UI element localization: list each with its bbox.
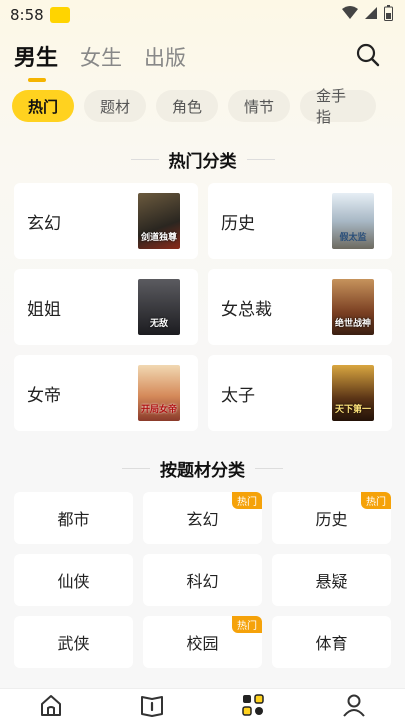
hot-category-grid: 玄幻 剑道独尊 历史 假太监 姐姐 无敌 女总裁 绝世战神 女帝 开局女帝 太子… <box>14 183 392 431</box>
category-filter-chips: 热门 题材 角色 情节 金手指 <box>12 87 376 126</box>
tab-male[interactable]: 男生 <box>14 40 58 82</box>
home-icon <box>40 694 61 716</box>
chip-role[interactable]: 角色 <box>156 90 218 122</box>
theme-card-campus[interactable]: 校园 热门 <box>143 616 262 668</box>
theme-card-fantasy[interactable]: 玄幻 热门 <box>143 492 262 544</box>
divider <box>130 159 159 160</box>
hot-badge: 热门 <box>361 492 391 509</box>
battery-icon <box>384 5 393 21</box>
chip-golden-finger[interactable]: 金手指 <box>300 87 376 126</box>
status-bar: 8:58 <box>0 0 405 30</box>
nav-home[interactable] <box>37 691 65 719</box>
divider <box>122 468 150 469</box>
category-label: 玄幻 <box>27 213 61 234</box>
book-cover: 绝世战神 <box>332 279 374 335</box>
nav-profile[interactable] <box>340 691 368 719</box>
category-label: 历史 <box>221 213 255 234</box>
divider <box>246 159 275 160</box>
nav-bookshelf[interactable] <box>138 691 166 719</box>
hot-badge: 热门 <box>232 616 262 633</box>
divider <box>255 468 283 469</box>
hot-badge: 热门 <box>232 492 262 509</box>
book-cover: 假太监 <box>332 193 374 249</box>
tab-publish[interactable]: 出版 <box>144 42 186 72</box>
theme-card-wuxia[interactable]: 武侠 <box>14 616 133 668</box>
book-icon <box>140 695 163 717</box>
hot-category-card[interactable]: 历史 假太监 <box>208 183 392 259</box>
hot-category-card[interactable]: 太子 天下第一 <box>208 355 392 431</box>
status-time: 8:58 <box>10 6 44 24</box>
book-cover: 剑道独尊 <box>138 193 180 249</box>
chip-plot[interactable]: 情节 <box>228 90 290 122</box>
nav-category[interactable] <box>239 691 267 719</box>
search-button[interactable] <box>355 42 381 68</box>
status-icons <box>342 5 393 21</box>
gender-tabs: 男生 女生 出版 <box>14 40 186 82</box>
chip-hot[interactable]: 热门 <box>12 90 74 122</box>
theme-card-xianxia[interactable]: 仙侠 <box>14 554 133 606</box>
tab-female[interactable]: 女生 <box>80 42 122 72</box>
book-cover: 无敌 <box>138 279 180 335</box>
category-label: 女总裁 <box>221 299 272 320</box>
profile-icon <box>343 694 366 717</box>
hot-category-card[interactable]: 女帝 开局女帝 <box>14 355 198 431</box>
hot-section-title: 热门分类 <box>168 152 237 172</box>
theme-section-header: 按题材分类 <box>0 456 405 481</box>
theme-card-history[interactable]: 历史 热门 <box>272 492 391 544</box>
category-icon <box>242 693 264 716</box>
theme-card-scifi[interactable]: 科幻 <box>143 554 262 606</box>
theme-card-urban[interactable]: 都市 <box>14 492 133 544</box>
app-notification-icon <box>49 7 70 23</box>
wifi-icon <box>342 6 358 19</box>
hot-category-card[interactable]: 玄幻 剑道独尊 <box>14 183 198 259</box>
category-label: 姐姐 <box>27 299 61 320</box>
hot-category-card[interactable]: 姐姐 无敌 <box>14 269 198 345</box>
hot-section-header: 热门分类 <box>0 147 405 172</box>
book-cover: 天下第一 <box>332 365 374 421</box>
search-icon <box>356 43 380 67</box>
chip-theme[interactable]: 题材 <box>84 90 146 122</box>
bottom-nav <box>0 688 405 720</box>
theme-section-title: 按题材分类 <box>160 461 245 481</box>
category-label: 太子 <box>221 385 255 406</box>
theme-card-sports[interactable]: 体育 <box>272 616 391 668</box>
theme-card-mystery[interactable]: 悬疑 <box>272 554 391 606</box>
category-label: 女帝 <box>27 385 61 406</box>
hot-category-card[interactable]: 女总裁 绝世战神 <box>208 269 392 345</box>
book-cover: 开局女帝 <box>138 365 180 421</box>
signal-icon <box>365 7 377 19</box>
theme-category-grid: 都市 玄幻 热门 历史 热门 仙侠 科幻 悬疑 武侠 校园 热门 体育 <box>14 492 392 668</box>
